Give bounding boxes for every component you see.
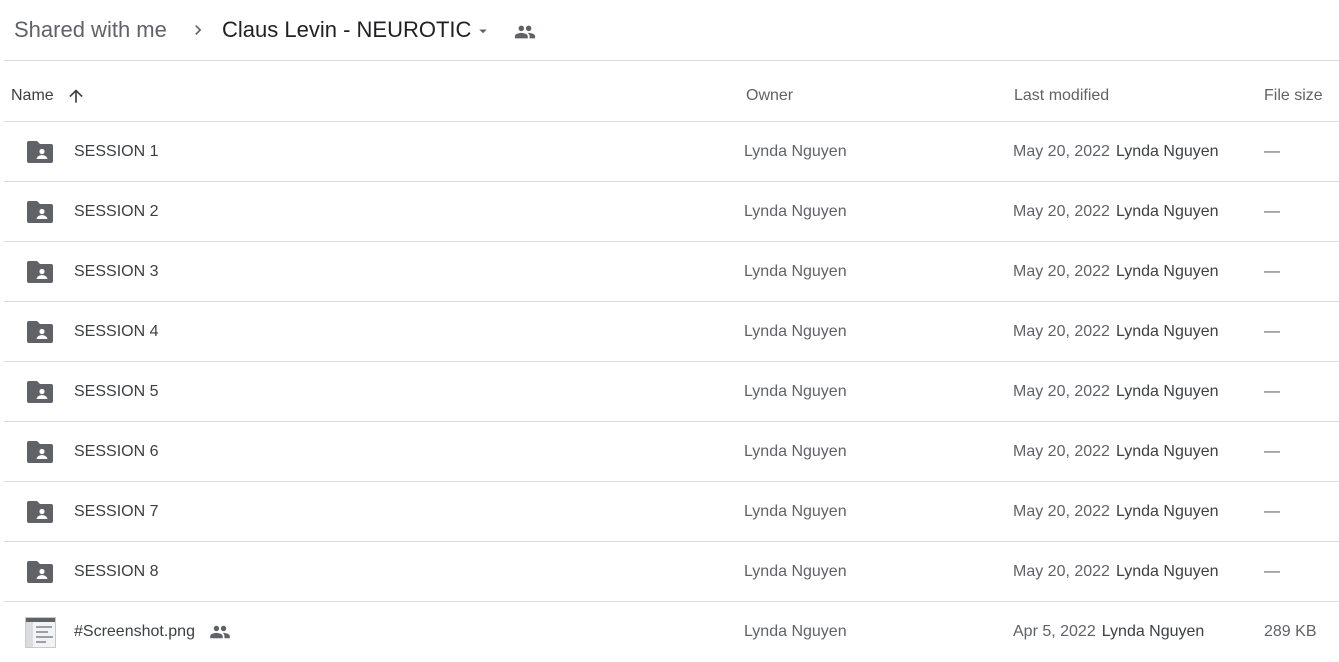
modified-by: Lynda Nguyen — [1115, 383, 1219, 400]
item-name: SESSION 8 — [74, 563, 159, 580]
item-file-size: — — [1264, 383, 1280, 400]
modified-by: Lynda Nguyen — [1115, 263, 1219, 280]
item-last-modified: May 20, 2022 Lynda Nguyen — [1013, 362, 1219, 422]
item-last-modified: May 20, 2022 Lynda Nguyen — [1013, 302, 1219, 362]
item-file-size: — — [1264, 443, 1280, 460]
item-last-modified: May 20, 2022 Lynda Nguyen — [1013, 482, 1219, 542]
table-row[interactable]: SESSION 6 Lynda Nguyen May 20, 2022 Lynda N… — [4, 422, 1339, 482]
table-row[interactable]: SESSION 1 Lynda Nguyen May 20, 2022 Lynda N… — [4, 122, 1339, 182]
item-last-modified: May 20, 2022 Lynda Nguyen — [1013, 422, 1219, 482]
shared-folder-icon — [27, 501, 53, 523]
item-owner: Lynda Nguyen — [744, 323, 847, 340]
modified-date: May 20, 2022 — [1013, 383, 1110, 400]
item-file-size: — — [1264, 503, 1280, 520]
shared-folder-icon — [27, 201, 53, 223]
image-thumbnail — [25, 617, 56, 648]
shared-folder-icon — [27, 561, 53, 583]
item-last-modified: May 20, 2022 Lynda Nguyen — [1013, 122, 1219, 182]
chevron-right-icon — [195, 25, 202, 35]
people-icon[interactable] — [513, 21, 537, 43]
table-row[interactable]: SESSION 5 Lynda Nguyen May 20, 2022 Lynda N… — [4, 362, 1339, 422]
item-owner: Lynda Nguyen — [744, 563, 847, 580]
header: Shared with me Claus Levin - NEUROTIC — [0, 0, 1339, 60]
modified-date: May 20, 2022 — [1013, 503, 1110, 520]
shared-folder-icon — [27, 441, 53, 463]
item-owner: Lynda Nguyen — [744, 263, 847, 280]
item-name: SESSION 5 — [74, 383, 159, 400]
column-header-last-modified[interactable]: Last modified — [1014, 61, 1109, 122]
modified-by: Lynda Nguyen — [1115, 443, 1219, 460]
modified-by: Lynda Nguyen — [1115, 563, 1219, 580]
modified-by: Lynda Nguyen — [1101, 623, 1205, 640]
item-file-size: — — [1264, 563, 1280, 580]
item-owner: Lynda Nguyen — [744, 203, 847, 220]
arrow-upward-icon[interactable] — [66, 86, 86, 106]
item-name: SESSION 1 — [74, 143, 159, 160]
shared-folder-icon — [27, 141, 53, 163]
table-row[interactable]: SESSION 8 Lynda Nguyen May 20, 2022 Lynda N… — [4, 542, 1339, 602]
column-header-file-size[interactable]: File size — [1264, 61, 1323, 122]
modified-date: May 20, 2022 — [1013, 263, 1110, 280]
item-owner: Lynda Nguyen — [744, 623, 847, 640]
item-owner: Lynda Nguyen — [744, 143, 847, 160]
item-last-modified: May 20, 2022 Lynda Nguyen — [1013, 242, 1219, 302]
file-list: Name Owner Last modified File size SESSI… — [4, 61, 1339, 662]
modified-date: May 20, 2022 — [1013, 563, 1110, 580]
item-file-size: — — [1264, 143, 1280, 160]
modified-date: May 20, 2022 — [1013, 143, 1110, 160]
item-name: #Screenshot.png — [74, 623, 195, 640]
item-name: SESSION 2 — [74, 203, 159, 220]
column-header-owner[interactable]: Owner — [746, 61, 793, 122]
item-name: SESSION 6 — [74, 443, 159, 460]
item-last-modified: May 20, 2022 Lynda Nguyen — [1013, 182, 1219, 242]
item-last-modified: Apr 5, 2022 Lynda Nguyen — [1013, 602, 1204, 662]
item-owner: Lynda Nguyen — [744, 443, 847, 460]
item-last-modified: May 20, 2022 Lynda Nguyen — [1013, 542, 1219, 602]
arrow-drop-down-icon[interactable] — [474, 22, 492, 40]
modified-by: Lynda Nguyen — [1115, 323, 1219, 340]
shared-folder-icon — [27, 321, 53, 343]
modified-date: May 20, 2022 — [1013, 323, 1110, 340]
modified-date: May 20, 2022 — [1013, 443, 1110, 460]
breadcrumb-shared-with-me[interactable]: Shared with me — [14, 16, 167, 44]
item-owner: Lynda Nguyen — [744, 503, 847, 520]
table-row[interactable]: SESSION 2 Lynda Nguyen May 20, 2022 Lynda N… — [4, 182, 1339, 242]
table-header: Name Owner Last modified File size — [4, 61, 1339, 122]
item-file-size: — — [1264, 203, 1280, 220]
modified-by: Lynda Nguyen — [1115, 203, 1219, 220]
item-owner: Lynda Nguyen — [744, 383, 847, 400]
table-row[interactable]: SESSION 3 Lynda Nguyen May 20, 2022 Lynda N… — [4, 242, 1339, 302]
item-file-size: — — [1264, 323, 1280, 340]
item-file-size: — — [1264, 263, 1280, 280]
modified-date: May 20, 2022 — [1013, 203, 1110, 220]
column-header-name[interactable]: Name — [11, 61, 54, 122]
item-name: SESSION 7 — [74, 503, 159, 520]
item-name: SESSION 3 — [74, 263, 159, 280]
modified-by: Lynda Nguyen — [1115, 503, 1219, 520]
people-icon — [210, 625, 230, 639]
table-body: SESSION 1 Lynda Nguyen May 20, 2022 Lynda N… — [4, 122, 1339, 662]
table-row[interactable]: #Screenshot.png Lynda Nguyen Apr 5, 2022 Ly… — [4, 602, 1339, 662]
modified-by: Lynda Nguyen — [1115, 143, 1219, 160]
table-row[interactable]: SESSION 7 Lynda Nguyen May 20, 2022 Lynda N… — [4, 482, 1339, 542]
table-row[interactable]: SESSION 4 Lynda Nguyen May 20, 2022 Lynda N… — [4, 302, 1339, 362]
breadcrumb-current-folder[interactable]: Claus Levin - NEUROTIC — [222, 16, 471, 44]
item-name: SESSION 4 — [74, 323, 159, 340]
modified-date: Apr 5, 2022 — [1013, 623, 1096, 640]
shared-folder-icon — [27, 261, 53, 283]
shared-folder-icon — [27, 381, 53, 403]
item-file-size: 289 KB — [1264, 623, 1317, 640]
